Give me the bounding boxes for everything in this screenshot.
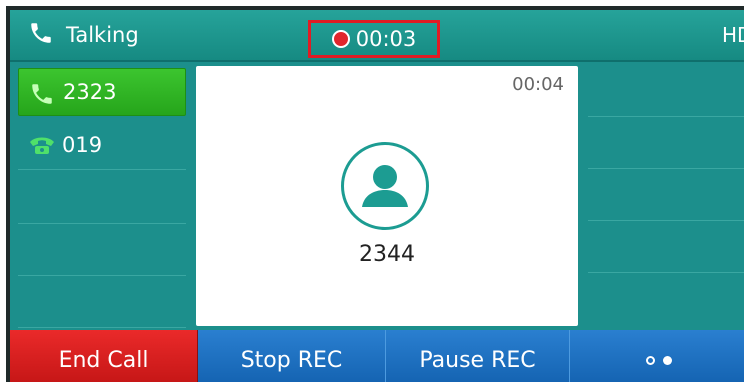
phone-icon [29, 81, 55, 111]
line-key-empty[interactable] [18, 228, 186, 276]
panel-row [588, 222, 744, 273]
line-label: 2323 [63, 80, 117, 104]
hd-badge: HD [722, 23, 744, 47]
phone-icon [28, 20, 66, 51]
line-label: 019 [62, 133, 103, 157]
contact-avatar-icon [341, 142, 429, 230]
telephone-icon [28, 134, 56, 160]
pause-rec-button[interactable]: Pause REC [386, 330, 570, 382]
panel-row [588, 118, 744, 169]
stop-rec-button[interactable]: Stop REC [198, 330, 386, 382]
status-bar: Talking 00:03 HD [10, 10, 744, 62]
page-dots-icon [646, 355, 672, 365]
phone-screen: Talking 00:03 HD 2323 019 [6, 6, 744, 382]
line-key-empty[interactable] [18, 176, 186, 224]
softkey-bar: End Call Stop REC Pause REC [10, 330, 744, 382]
contact-number: 2344 [359, 242, 415, 267]
line-key-019[interactable]: 019 [18, 122, 186, 170]
page-dot [646, 355, 655, 365]
active-call-card[interactable]: 00:04 2344 [196, 66, 578, 326]
call-duration: 00:04 [512, 74, 564, 95]
panel-row [588, 66, 744, 117]
record-dot-icon [331, 30, 350, 48]
more-button[interactable] [570, 330, 744, 382]
right-panel [588, 66, 744, 326]
line-key-2323[interactable]: 2323 [18, 68, 186, 116]
page-dot [663, 355, 672, 365]
end-call-button[interactable]: End Call [10, 330, 198, 382]
line-list: 2323 019 [18, 68, 186, 328]
panel-row [588, 170, 744, 221]
call-status: Talking [28, 20, 139, 50]
recording-timer: 00:03 [355, 27, 417, 51]
line-key-empty[interactable] [18, 280, 186, 328]
call-status-label: Talking [66, 23, 139, 47]
recording-indicator: 00:03 [308, 20, 440, 58]
